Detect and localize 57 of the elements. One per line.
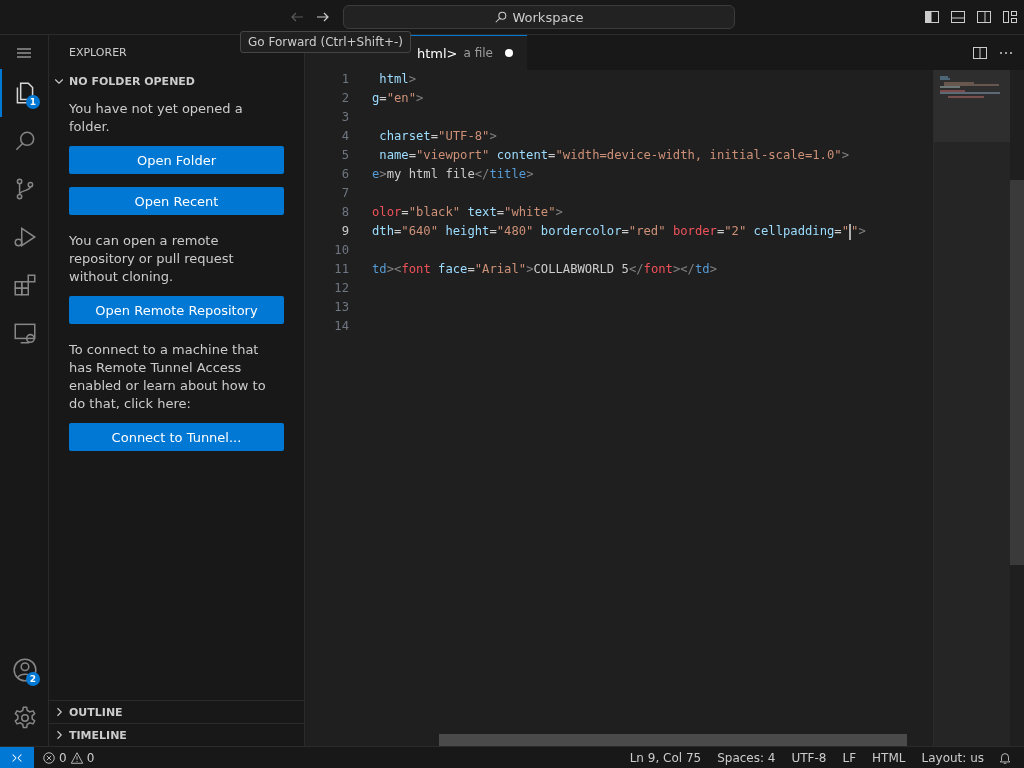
line-number: 9 <box>340 223 349 240</box>
message-text: To connect to a machine that has Remote Tunnel Access enabled or learn about how to do that, click here: <box>69 341 267 413</box>
section-header[interactable]: NO FOLDER OPENED <box>49 70 304 92</box>
remote-indicator[interactable] <box>0 746 34 768</box>
status-item[interactable]: UTF-8 <box>783 750 835 765</box>
tooltip: Go Forward (Ctrl+Shift+-) <box>240 31 411 53</box>
horizontal-scrollbar[interactable] <box>439 734 907 746</box>
code-line: charset="UTF-8"> <box>378 128 497 145</box>
panel-header[interactable]: OUTLINE <box>49 700 304 723</box>
message-text: You have not yet opened a folder. <box>69 100 244 136</box>
line-number: 6 <box>340 166 349 183</box>
search-icon <box>494 10 509 24</box>
code-line: g="en"> <box>372 90 424 107</box>
line-number: 8 <box>340 204 349 221</box>
sidebar-title: EXPLORER <box>69 46 127 59</box>
notification-badge: 1 <box>26 95 40 109</box>
line-number: 4 <box>340 128 349 145</box>
customize-layout-icon[interactable] <box>1002 9 1018 25</box>
line-number: 13 <box>333 299 349 316</box>
code-line: dth="640" height="480" bordercolor="red" border="2" cellpadding=" "> <box>372 222 866 241</box>
secondary-sidebar-toggle-icon[interactable] <box>976 9 992 25</box>
code-line: html> <box>378 71 417 88</box>
notification-badge: 2 <box>26 672 40 686</box>
line-number: 7 <box>340 185 349 202</box>
bell-icon[interactable] <box>998 750 1012 765</box>
vertical-scrollbar[interactable] <box>1010 180 1024 565</box>
sidebar-toggle-icon[interactable] <box>924 9 940 25</box>
settings-icon[interactable] <box>12 705 38 731</box>
code-line: td><font face="Arial">COLLABWORLD 5</font></td> <box>372 261 717 278</box>
action-button[interactable]: Connect to Tunnel... <box>69 423 284 451</box>
run-icon[interactable] <box>12 224 38 250</box>
status-item[interactable]: HTML <box>864 750 914 765</box>
line-number: 5 <box>340 147 349 164</box>
line-number: 3 <box>340 109 349 126</box>
status-item[interactable]: Spaces: 4 <box>709 750 784 765</box>
command-search-field[interactable]: Workspace <box>343 5 735 29</box>
code-line: olor="black" text="white"> <box>372 204 563 221</box>
line-number: 1 <box>340 71 349 88</box>
status-item[interactable]: Layout: us <box>913 750 992 765</box>
split-editor-icon[interactable] <box>972 44 988 61</box>
line-number: 14 <box>333 318 349 335</box>
line-number: 12 <box>333 280 349 297</box>
panel-toggle-icon[interactable] <box>950 9 966 25</box>
line-number: 11 <box>333 261 349 278</box>
line-number: 2 <box>340 90 349 107</box>
problems-indicator[interactable]: 0 0 <box>34 750 103 765</box>
code-line: name="viewport" content="width=device-width, initial-scale=1.0"> <box>378 147 849 164</box>
line-number: 10 <box>333 242 349 259</box>
status-item[interactable]: Ln 9, Col 75 <box>621 750 710 765</box>
action-button[interactable]: Open Remote Repository <box>69 296 284 324</box>
action-button[interactable]: Open Recent <box>69 187 284 215</box>
status-item[interactable]: LF <box>834 750 865 765</box>
menu-icon[interactable] <box>16 45 32 61</box>
extensions-icon[interactable] <box>12 272 38 298</box>
message-text: You can open a remote repository or pull request without cloning. <box>69 232 235 286</box>
code-line: e>my html file</title> <box>372 166 534 183</box>
action-button[interactable]: Open Folder <box>69 146 284 174</box>
